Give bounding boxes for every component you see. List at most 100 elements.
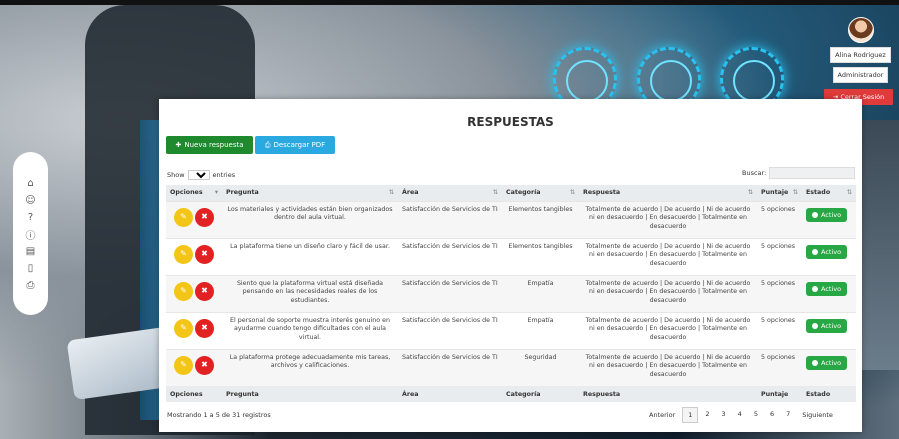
- background-right: [858, 120, 899, 370]
- status-badge: Activo: [806, 281, 848, 297]
- sort-icon: ⇅: [492, 189, 498, 197]
- tablet-icon[interactable]: ▯: [24, 261, 38, 275]
- row-puntaje: 5 opciones: [757, 348, 802, 386]
- row-puntaje: 5 opciones: [757, 200, 802, 238]
- row-respuesta: Totalmente de acuerdo | De acuerdo | Ni …: [579, 348, 757, 386]
- sort-desc-icon: ▾: [214, 189, 218, 197]
- new-response-button[interactable]: ✚ Nueva respuesta: [166, 136, 253, 154]
- check-icon: [812, 285, 818, 292]
- col-puntaje[interactable]: Puntaje ⇅: [757, 185, 802, 201]
- foot-pregunta: Pregunta: [222, 386, 398, 402]
- delete-icon[interactable]: ✖: [195, 318, 214, 338]
- pagination-page[interactable]: 4: [733, 407, 747, 423]
- download-pdf-label: Descargar PDF: [273, 141, 326, 149]
- sort-icon: ⇅: [569, 189, 575, 197]
- row-options: ✎ ✖: [166, 311, 222, 349]
- row-estado: Activo: [802, 237, 856, 275]
- search-input[interactable]: [769, 167, 856, 179]
- download-pdf-button[interactable]: ⎙ Descargar PDF: [255, 136, 335, 154]
- status-badge: Activo: [806, 318, 848, 334]
- check-icon: [812, 248, 818, 255]
- row-area: Satisfacción de Servicios de TI: [398, 348, 502, 386]
- help-icon[interactable]: ?: [24, 210, 38, 224]
- avatar: [847, 17, 874, 43]
- col-categoria[interactable]: Categoría ⇅: [502, 185, 579, 201]
- print-icon: ⎙: [264, 140, 271, 149]
- col-estado[interactable]: Estado ⇅: [802, 185, 856, 201]
- col-opciones[interactable]: Opciones ▾: [166, 185, 222, 201]
- edit-icon[interactable]: ✎: [174, 355, 193, 375]
- search-label: Buscar:: [742, 169, 767, 177]
- row-estado: Activo: [802, 311, 856, 349]
- status-label: Activo: [821, 284, 842, 293]
- pagination-page[interactable]: 1: [682, 407, 699, 423]
- table-info: Mostrando 1 a 5 de 31 registros: [167, 411, 271, 419]
- delete-icon[interactable]: ✖: [195, 281, 214, 301]
- pagination-page[interactable]: 2: [700, 407, 714, 423]
- row-categoria: Empatía: [502, 274, 579, 312]
- table-body: ✎ ✖ Los materiales y actividades están bie…: [166, 200, 856, 386]
- edit-icon[interactable]: ✎: [174, 244, 193, 264]
- pagination-page[interactable]: 5: [749, 407, 763, 423]
- row-options: ✎ ✖: [166, 274, 222, 312]
- row-area: Satisfacción de Servicios de TI: [398, 200, 502, 238]
- pagination: Anterior 1234567 Siguiente: [644, 407, 838, 423]
- row-pregunta: Los materiales y actividades están bien …: [222, 200, 398, 238]
- edit-icon[interactable]: ✎: [174, 281, 193, 301]
- check-icon: [812, 211, 818, 218]
- col-respuesta[interactable]: Respuesta ⇅: [579, 185, 757, 201]
- status-label: Activo: [821, 210, 842, 219]
- edit-icon[interactable]: ✎: [174, 207, 193, 227]
- row-estado: Activo: [802, 274, 856, 312]
- row-estado: Activo: [802, 348, 856, 386]
- col-area[interactable]: Área ⇅: [398, 185, 502, 201]
- check-icon: [812, 322, 818, 329]
- delete-icon[interactable]: ✖: [195, 355, 214, 375]
- user-panel: Alina Rodriguez Administrador ⇥ Cerrar S…: [824, 17, 893, 105]
- status-label: Activo: [821, 321, 842, 330]
- status-badge: Activo: [806, 244, 848, 260]
- status-label: Activo: [821, 358, 842, 367]
- archive-icon[interactable]: ▤: [24, 244, 38, 258]
- pagination-prev[interactable]: Anterior: [644, 408, 680, 422]
- users-icon[interactable]: ☺: [24, 193, 38, 207]
- delete-icon[interactable]: ✖: [195, 244, 214, 264]
- row-options: ✎ ✖: [166, 348, 222, 386]
- pagination-page[interactable]: 3: [717, 407, 731, 423]
- row-puntaje: 5 opciones: [757, 311, 802, 349]
- info-icon[interactable]: ⓘ: [24, 227, 38, 242]
- foot-puntaje: Puntaje: [757, 386, 802, 402]
- page-title: RESPUESTAS: [467, 115, 554, 129]
- row-respuesta: Totalmente de acuerdo | De acuerdo | Ni …: [579, 311, 757, 349]
- check-icon: [812, 359, 818, 366]
- row-puntaje: 5 opciones: [757, 237, 802, 275]
- entries-length: Show 5 entries: [167, 170, 235, 180]
- row-respuesta: Totalmente de acuerdo | De acuerdo | Ni …: [579, 274, 757, 312]
- table-row: ✎ ✖ La plataforma tiene un diseño claro y …: [166, 237, 856, 275]
- row-options: ✎ ✖: [166, 200, 222, 238]
- edit-icon[interactable]: ✎: [174, 318, 193, 338]
- table-row: ✎ ✖ Los materiales y actividades están bie…: [166, 200, 856, 238]
- entries-select[interactable]: 5: [187, 170, 210, 180]
- print-icon[interactable]: ⎙: [24, 278, 38, 292]
- sort-icon: ⇅: [846, 189, 852, 197]
- foot-estado: Estado: [802, 386, 856, 402]
- row-categoria: Elementos tangibles: [502, 200, 579, 238]
- row-respuesta: Totalmente de acuerdo | De acuerdo | Ni …: [579, 200, 757, 238]
- row-pregunta: La plataforma protege adecuadamente mis …: [222, 348, 398, 386]
- row-categoria: Empatía: [502, 311, 579, 349]
- pagination-page[interactable]: 7: [781, 407, 795, 423]
- col-pregunta[interactable]: Pregunta ⇅: [222, 185, 398, 201]
- foot-respuesta: Respuesta: [579, 386, 757, 402]
- pagination-page[interactable]: 6: [765, 407, 779, 423]
- row-estado: Activo: [802, 200, 856, 238]
- row-area: Satisfacción de Servicios de TI: [398, 274, 502, 312]
- foot-opciones: Opciones: [166, 386, 222, 402]
- user-role: Administrador: [832, 67, 889, 83]
- sidebar: ⌂ ☺ ? ⓘ ▤ ▯ ⎙: [13, 152, 48, 315]
- delete-icon[interactable]: ✖: [195, 207, 214, 227]
- pagination-next[interactable]: Siguiente: [797, 408, 838, 422]
- table-row: ✎ ✖ El personal de soporte muestra interés…: [166, 311, 856, 349]
- home-icon[interactable]: ⌂: [24, 176, 38, 190]
- responses-table: Opciones ▾ Pregunta ⇅ Área ⇅ Categoría ⇅ Res…: [166, 185, 856, 402]
